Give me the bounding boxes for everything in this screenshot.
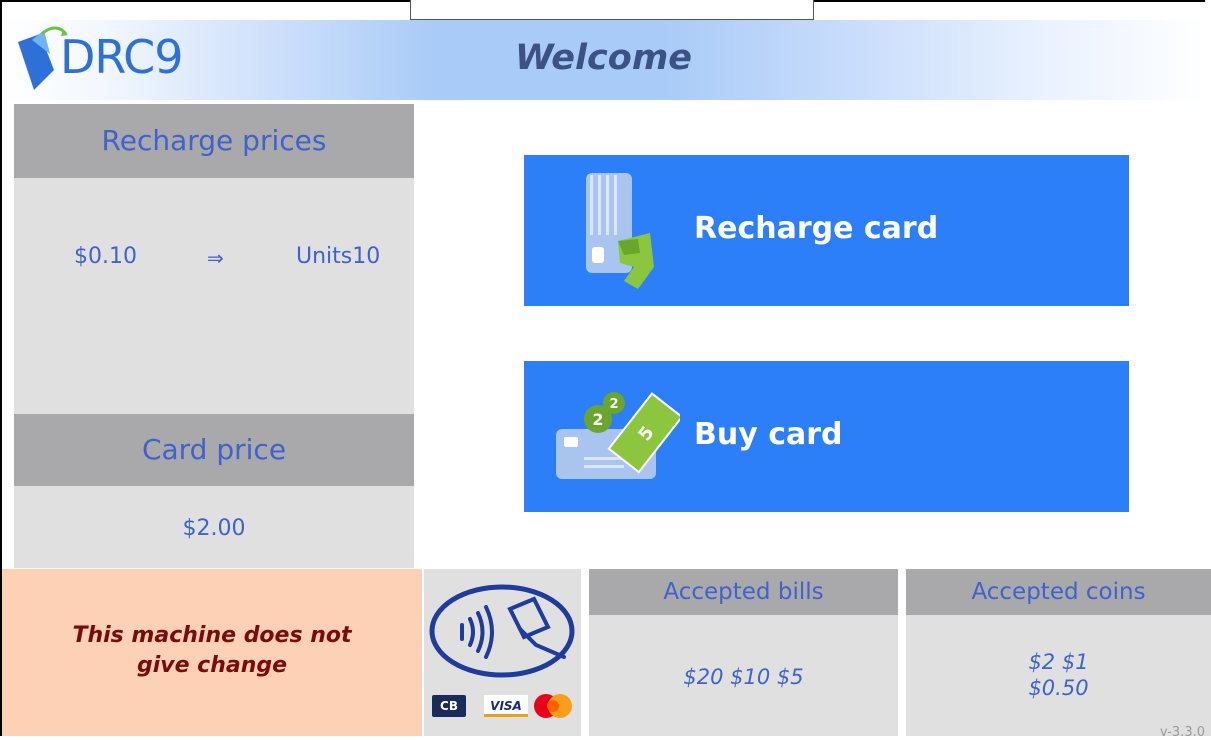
visa-logo-icon: VISA [484, 695, 528, 717]
cb-logo-icon: CB [432, 695, 466, 717]
accepted-bills-header: Accepted bills [589, 569, 898, 615]
price-amount: $0.10 [74, 244, 137, 269]
page-title: Welcome [514, 38, 693, 78]
accepted-coins-line2: $0.50 [1028, 676, 1089, 700]
price-units: Units10 [296, 244, 381, 269]
no-change-text: This machine does not give change [2, 621, 422, 681]
no-change-line2: give change [136, 653, 288, 678]
card-brands: CB VISA [432, 693, 577, 719]
recharge-prices-panel: $0.10 ⇒ Units10 [14, 178, 414, 414]
accepted-bills-values: $20 $10 $5 [683, 665, 804, 689]
card-price-panel: $2.00 [14, 486, 414, 568]
price-row: $0.10 ⇒ Units10 [14, 244, 414, 280]
version-label: v-3.3.0 [1159, 725, 1205, 740]
card-price-value: $2.00 [182, 516, 246, 541]
buy-card-icon: 2 2 5 [556, 392, 680, 479]
arrow-icon: ⇒ [207, 246, 224, 270]
svg-text:2: 2 [609, 397, 618, 412]
visa-logo-text: VISA [490, 699, 522, 713]
mastercard-logo-icon [534, 694, 572, 718]
buy-card-button[interactable]: 2 2 5 Buy card [524, 361, 1129, 512]
header-bar: DRC9 Welcome [2, 20, 1205, 100]
top-notch [410, 0, 814, 20]
recharge-card-icon [586, 173, 654, 289]
no-change-notice: This machine does not give change [2, 569, 422, 736]
cb-logo-text: CB [440, 699, 458, 713]
no-change-line1: This machine does not [72, 623, 352, 648]
card-price-header: Card price [14, 414, 414, 486]
accepted-bills-panel: Accepted bills $20 $10 $5 [589, 569, 898, 736]
accepted-coins-line1: $2 $1 [1028, 650, 1089, 674]
svg-text:2: 2 [592, 410, 603, 429]
recharge-prices-header: Recharge prices [14, 104, 414, 178]
buy-card-label: Buy card [694, 417, 843, 452]
accepted-coins-header: Accepted coins [906, 569, 1211, 615]
payment-methods-panel: CB VISA [424, 569, 581, 736]
accepted-coins-values: $2 $1 $0.50 [906, 649, 1211, 701]
recharge-card-button[interactable]: Recharge card [524, 155, 1129, 306]
recharge-card-label: Recharge card [694, 211, 939, 246]
accepted-coins-panel: Accepted coins $2 $1 $0.50 v-3.3.0 [906, 569, 1211, 740]
